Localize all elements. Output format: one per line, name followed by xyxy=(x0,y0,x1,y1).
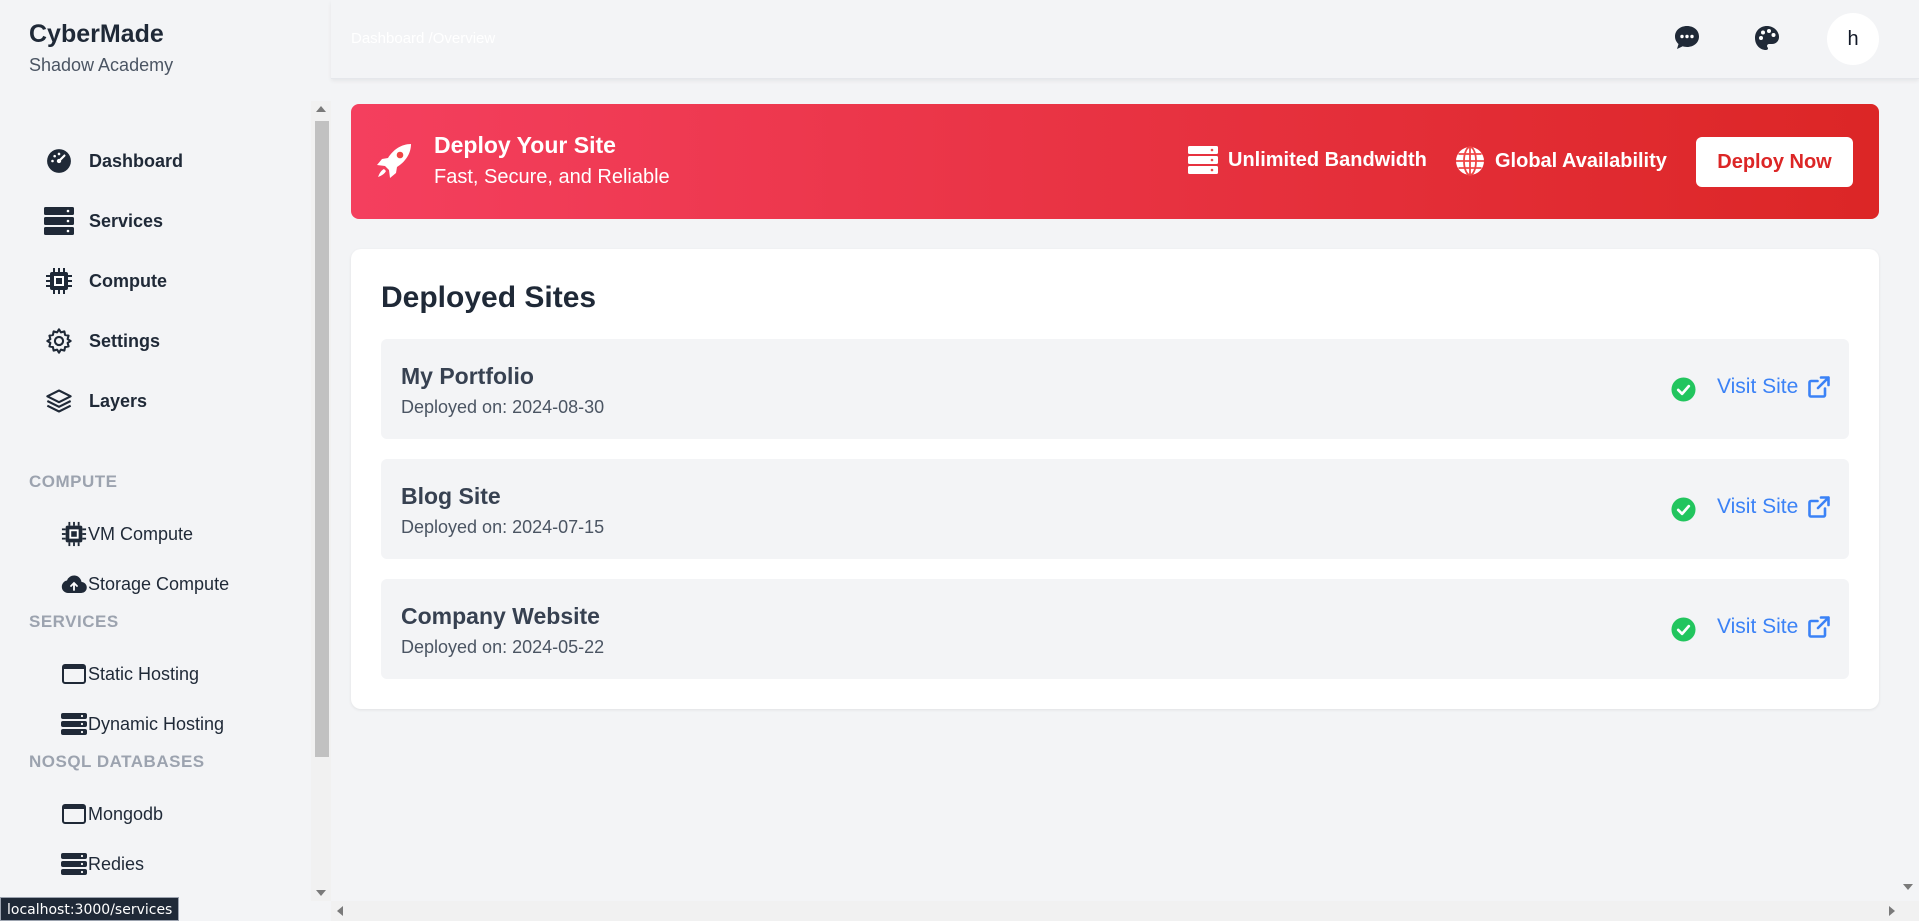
site-row: Blog Site Deployed on: 2024-07-15 Visit … xyxy=(381,459,1849,559)
sidebar-item-vm-compute[interactable]: VM Compute xyxy=(60,517,193,551)
database-icon xyxy=(60,710,88,738)
sidebar-item-dashboard[interactable]: Dashboard xyxy=(44,141,183,181)
site-name: My Portfolio xyxy=(401,363,534,389)
scroll-right-arrow[interactable] xyxy=(1889,906,1895,916)
avatar[interactable]: h xyxy=(1827,13,1879,65)
check-circle-icon xyxy=(1671,377,1696,402)
chat-icon[interactable] xyxy=(1671,22,1703,54)
sidebar-item-compute[interactable]: Compute xyxy=(44,261,167,301)
layers-icon xyxy=(44,386,74,416)
visit-site-link[interactable]: Visit Site xyxy=(1717,375,1831,399)
sidebar-item-redies[interactable]: Redies xyxy=(60,847,144,881)
sidebar-item-label: Dashboard xyxy=(89,150,184,171)
section-heading-nosql: NOSQL DATABASES xyxy=(29,752,205,771)
sidebar-nav: Dashboard Services Compute Settings Laye… xyxy=(0,101,331,901)
feature-bandwidth: Unlimited Bandwidth xyxy=(1188,146,1427,174)
deploy-banner: Deploy Your Site Fast, Secure, and Relia… xyxy=(351,104,1879,219)
sidebar-item-label: Services xyxy=(89,210,164,231)
feature-availability: Global Availability xyxy=(1455,146,1667,176)
sidebar-item-label: Dynamic Hosting xyxy=(88,713,225,734)
external-link-icon xyxy=(1808,496,1831,518)
visit-label: Visit Site xyxy=(1717,375,1799,398)
brand-subtitle: Shadow Academy xyxy=(29,55,174,75)
cloud-upload-icon xyxy=(60,570,88,598)
sidebar-item-settings[interactable]: Settings xyxy=(44,321,160,361)
window-icon xyxy=(60,660,88,688)
breadcrumb: Dashboard /Overview xyxy=(351,30,496,47)
cpu-icon xyxy=(60,520,88,548)
site-row: Company Website Deployed on: 2024-05-22 … xyxy=(381,579,1849,679)
sidebar-item-label: VM Compute xyxy=(88,523,194,544)
sidebar-item-layers[interactable]: Layers xyxy=(44,381,147,421)
check-circle-icon xyxy=(1671,617,1696,642)
visit-label: Visit Site xyxy=(1717,615,1799,638)
check-circle-icon xyxy=(1671,497,1696,522)
deployed-sites-card: Deployed Sites My Portfolio Deployed on:… xyxy=(351,249,1879,709)
deploy-now-button[interactable]: Deploy Now xyxy=(1696,137,1853,187)
brand-title: CyberMade xyxy=(29,20,164,48)
external-link-icon xyxy=(1808,376,1831,398)
sidebar-item-dynamic-hosting[interactable]: Dynamic Hosting xyxy=(60,707,224,741)
link-status-bar: localhost:3000/services xyxy=(0,897,180,921)
site-name: Blog Site xyxy=(401,483,501,509)
feature-label: Global Availability xyxy=(1495,149,1667,172)
card-title: Deployed Sites xyxy=(381,281,597,314)
scroll-down-arrow[interactable] xyxy=(316,890,326,896)
server-icon xyxy=(1188,146,1218,174)
feature-label: Unlimited Bandwidth xyxy=(1228,148,1427,171)
page-scroll-down-arrow[interactable] xyxy=(1903,884,1913,890)
site-date: Deployed on: 2024-07-15 xyxy=(401,517,605,537)
section-heading-services: SERVICES xyxy=(29,612,119,631)
sidebar-item-mongodb[interactable]: Mongodb xyxy=(60,797,163,831)
sidebar-item-services[interactable]: Services xyxy=(44,201,163,241)
site-name: Company Website xyxy=(401,603,600,629)
rocket-icon xyxy=(377,144,411,178)
visit-site-link[interactable]: Visit Site xyxy=(1717,495,1831,519)
globe-icon xyxy=(1456,146,1484,176)
sidebar-item-storage-compute[interactable]: Storage Compute xyxy=(60,567,229,601)
banner-title: Deploy Your Site xyxy=(434,132,616,158)
top-header: Dashboard /Overview h xyxy=(331,0,1919,79)
brand: CyberMade Shadow Academy xyxy=(29,20,173,76)
sidebar-item-static-hosting[interactable]: Static Hosting xyxy=(60,657,199,691)
sidebar-item-label: Mongodb xyxy=(88,803,164,824)
sidebar-item-label: Layers xyxy=(89,390,148,411)
database-icon xyxy=(60,850,88,878)
banner-subtitle: Fast, Secure, and Reliable xyxy=(434,166,670,188)
scroll-left-arrow[interactable] xyxy=(337,906,343,916)
external-link-icon xyxy=(1808,616,1831,638)
visit-site-link[interactable]: Visit Site xyxy=(1717,615,1831,639)
site-date: Deployed on: 2024-05-22 xyxy=(401,637,605,657)
sidebar-item-label: Static Hosting xyxy=(88,663,200,684)
sidebar-item-label: Settings xyxy=(89,330,161,351)
server-icon xyxy=(44,206,74,236)
window-icon xyxy=(60,800,88,828)
section-heading-compute: COMPUTE xyxy=(29,472,118,491)
scrollbar-thumb[interactable] xyxy=(315,121,329,757)
visit-label: Visit Site xyxy=(1717,495,1799,518)
sidebar-item-label: Redies xyxy=(88,853,145,874)
sidebar-scrollbar[interactable] xyxy=(311,101,331,901)
palette-icon[interactable] xyxy=(1751,22,1783,54)
site-row: My Portfolio Deployed on: 2024-08-30 Vis… xyxy=(381,339,1849,439)
gauge-icon xyxy=(44,146,74,176)
gear-icon xyxy=(44,326,74,356)
sidebar-item-label: Compute xyxy=(89,270,167,291)
scroll-up-arrow[interactable] xyxy=(316,106,326,112)
horizontal-scrollbar[interactable] xyxy=(331,901,1919,921)
site-date: Deployed on: 2024-08-30 xyxy=(401,397,605,417)
sidebar: CyberMade Shadow Academy Dashboard Servi… xyxy=(0,0,331,921)
sidebar-item-label: Storage Compute xyxy=(88,573,230,594)
cpu-icon xyxy=(44,266,74,296)
